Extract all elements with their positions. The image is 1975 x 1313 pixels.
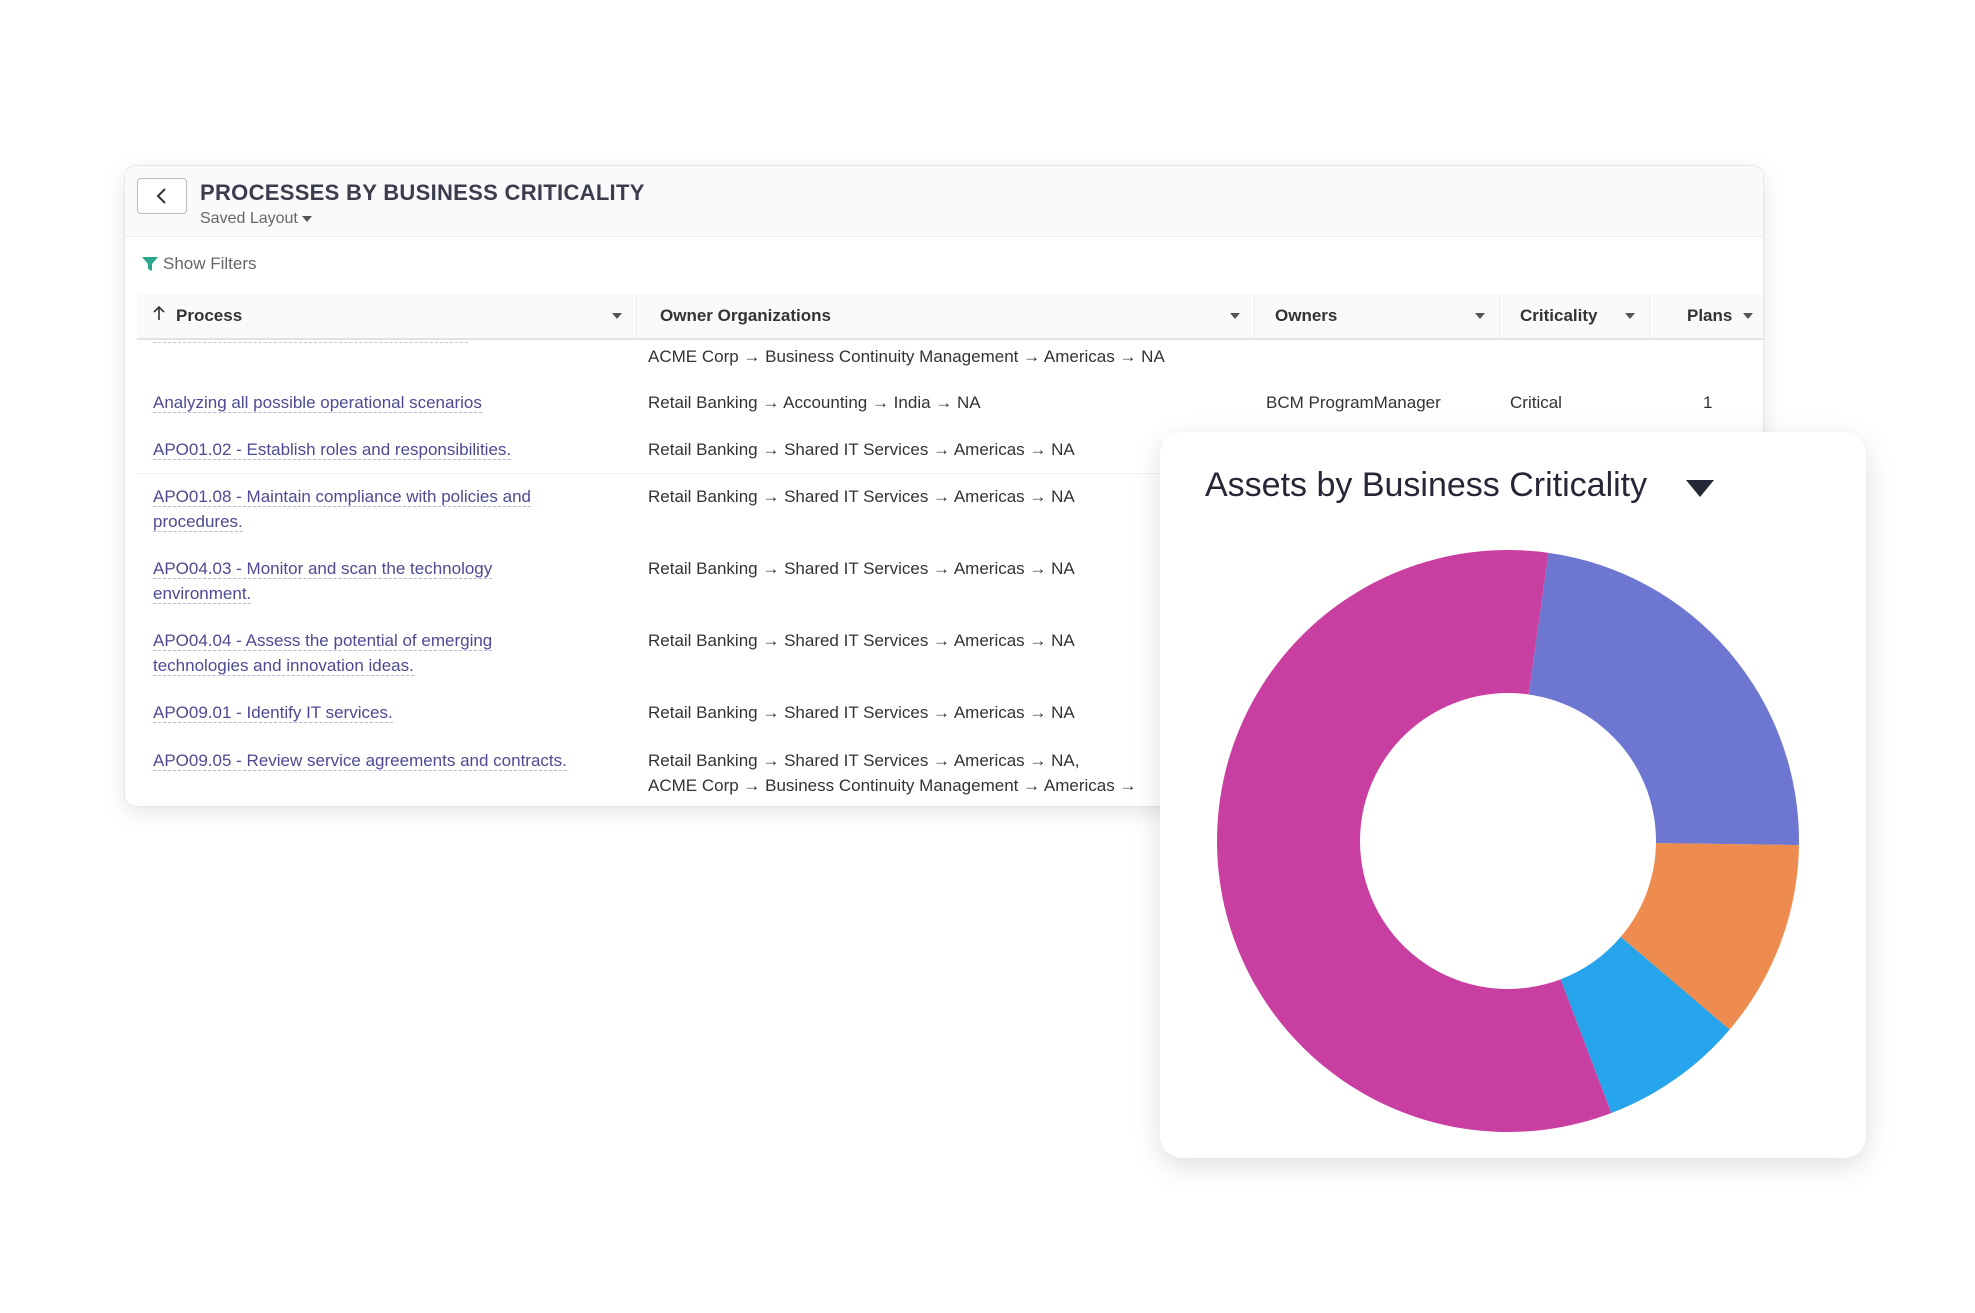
- filter-icon: [142, 257, 158, 271]
- truncated-link: [153, 342, 468, 343]
- owner-org-cell: Retail Banking → Shared IT Services → Am…: [648, 559, 1075, 578]
- column-header-process[interactable]: Process: [137, 294, 637, 338]
- process-link[interactable]: APO09.05 - Review service agreements and…: [153, 751, 567, 771]
- page-title: PROCESSES BY BUSINESS CRITICALITY: [200, 180, 645, 205]
- column-label: Owner Organizations: [660, 306, 831, 325]
- saved-layout-dropdown[interactable]: Saved Layout: [200, 210, 312, 228]
- column-menu-icon[interactable]: [1475, 313, 1485, 319]
- owner-org-cell: Retail Banking → Shared IT Services → Am…: [648, 487, 1075, 506]
- table-row[interactable]: ACME Corp → Business Continuity Manageme…: [125, 338, 1763, 372]
- saved-layout-label: Saved Layout: [200, 210, 298, 227]
- owner-org-cell: Retail Banking → Shared IT Services → Am…: [648, 751, 1080, 770]
- table-header: Process Owner Organizations Owners Criti…: [137, 294, 1763, 340]
- process-link[interactable]: APO04.03 - Monitor and scan the technolo…: [153, 559, 493, 579]
- donut-chart: [1217, 550, 1799, 1132]
- chart-title: Assets by Business Criticality: [1205, 466, 1648, 504]
- assets-chart-card: Assets by Business Criticality: [1160, 432, 1866, 1158]
- owners-cell: BCM ProgramManager: [1266, 393, 1441, 412]
- column-menu-icon[interactable]: [1743, 313, 1753, 319]
- owner-org-cell-cont: ACME Corp → Business Continuity Manageme…: [648, 776, 1137, 795]
- panel-header: PROCESSES BY BUSINESS CRITICALITY Saved …: [125, 166, 1763, 237]
- column-label: Criticality: [1520, 306, 1598, 325]
- column-menu-icon[interactable]: [612, 313, 622, 319]
- process-link[interactable]: APO04.04 - Assess the potential of emerg…: [153, 631, 493, 651]
- column-header-plans[interactable]: Plans: [1650, 294, 1763, 338]
- column-header-criticality[interactable]: Criticality: [1500, 294, 1650, 338]
- owner-org-cell: Retail Banking → Shared IT Services → Am…: [648, 631, 1075, 650]
- column-menu-icon[interactable]: [1230, 313, 1240, 319]
- process-link[interactable]: APO01.08 - Maintain compliance with poli…: [153, 487, 531, 507]
- show-filters-label: Show Filters: [163, 254, 257, 273]
- owner-org-cell: Retail Banking → Shared IT Services → Am…: [648, 703, 1075, 722]
- back-button[interactable]: [137, 178, 187, 214]
- process-link[interactable]: APO09.01 - Identify IT services.: [153, 703, 393, 723]
- owner-org-cell: Retail Banking → Accounting → India → NA: [648, 393, 981, 412]
- column-label: Plans: [1687, 306, 1733, 325]
- chevron-left-icon: [156, 188, 166, 204]
- donut-slice-0[interactable]: [1528, 552, 1799, 846]
- process-link-cont[interactable]: procedures.: [153, 512, 243, 532]
- table-row[interactable]: Analyzing all possible operational scena…: [125, 382, 1763, 422]
- owner-org-cell: Retail Banking → Shared IT Services → Am…: [648, 440, 1075, 459]
- criticality-cell: Critical: [1510, 393, 1562, 412]
- process-link[interactable]: APO01.02 - Establish roles and responsib…: [153, 440, 512, 460]
- process-link-cont[interactable]: environment.: [153, 584, 252, 604]
- column-header-owner-organizations[interactable]: Owner Organizations: [637, 294, 1255, 338]
- owner-org-cell: ACME Corp → Business Continuity Manageme…: [648, 347, 1165, 366]
- caret-down-icon: [301, 216, 312, 222]
- column-menu-icon[interactable]: [1625, 313, 1635, 319]
- plans-cell: 1: [1703, 393, 1713, 412]
- show-filters-button[interactable]: Show Filters: [141, 254, 257, 274]
- column-header-owners[interactable]: Owners: [1255, 294, 1500, 338]
- process-link-cont[interactable]: technologies and innovation ideas.: [153, 656, 414, 676]
- column-label: Process: [176, 306, 243, 325]
- process-link[interactable]: Analyzing all possible operational scena…: [153, 393, 482, 413]
- column-label: Owners: [1275, 306, 1338, 325]
- chart-menu-dropdown-icon[interactable]: [1686, 480, 1714, 497]
- sort-ascending-icon: [153, 305, 165, 320]
